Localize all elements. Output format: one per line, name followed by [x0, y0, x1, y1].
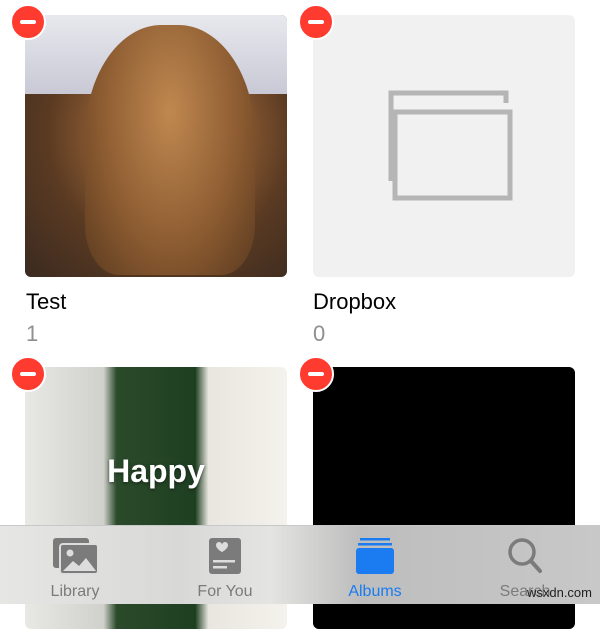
cat-photo [85, 25, 255, 275]
albums-icon [356, 538, 394, 574]
album-thumbnail-test[interactable] [25, 15, 287, 277]
delete-album-button[interactable] [298, 356, 334, 392]
tab-bar: Library For You Albums Search [0, 525, 600, 604]
tab-library[interactable]: Library [0, 526, 150, 605]
delete-album-button[interactable] [10, 4, 46, 40]
album-thumbnail-dropbox[interactable] [313, 15, 575, 277]
tab-label: For You [197, 583, 253, 600]
search-icon [508, 538, 542, 573]
tab-label: Library [50, 583, 100, 600]
delete-album-button[interactable] [10, 356, 46, 392]
photo-stack-icon [53, 538, 99, 575]
photo-text: Happy [107, 453, 205, 489]
empty-album-icon [388, 90, 513, 201]
memories-icon [209, 538, 241, 574]
delete-album-button[interactable] [298, 4, 334, 40]
album-title[interactable]: Dropbox [313, 289, 396, 315]
tab-albums[interactable]: Albums [300, 526, 450, 605]
album-count: 0 [313, 321, 326, 346]
album-title[interactable]: Test [26, 289, 66, 315]
watermark: wsxdn.com [526, 585, 592, 600]
tab-label: Albums [348, 583, 402, 600]
tab-for-you[interactable]: For You [150, 526, 300, 605]
album-count: 1 [26, 321, 39, 346]
